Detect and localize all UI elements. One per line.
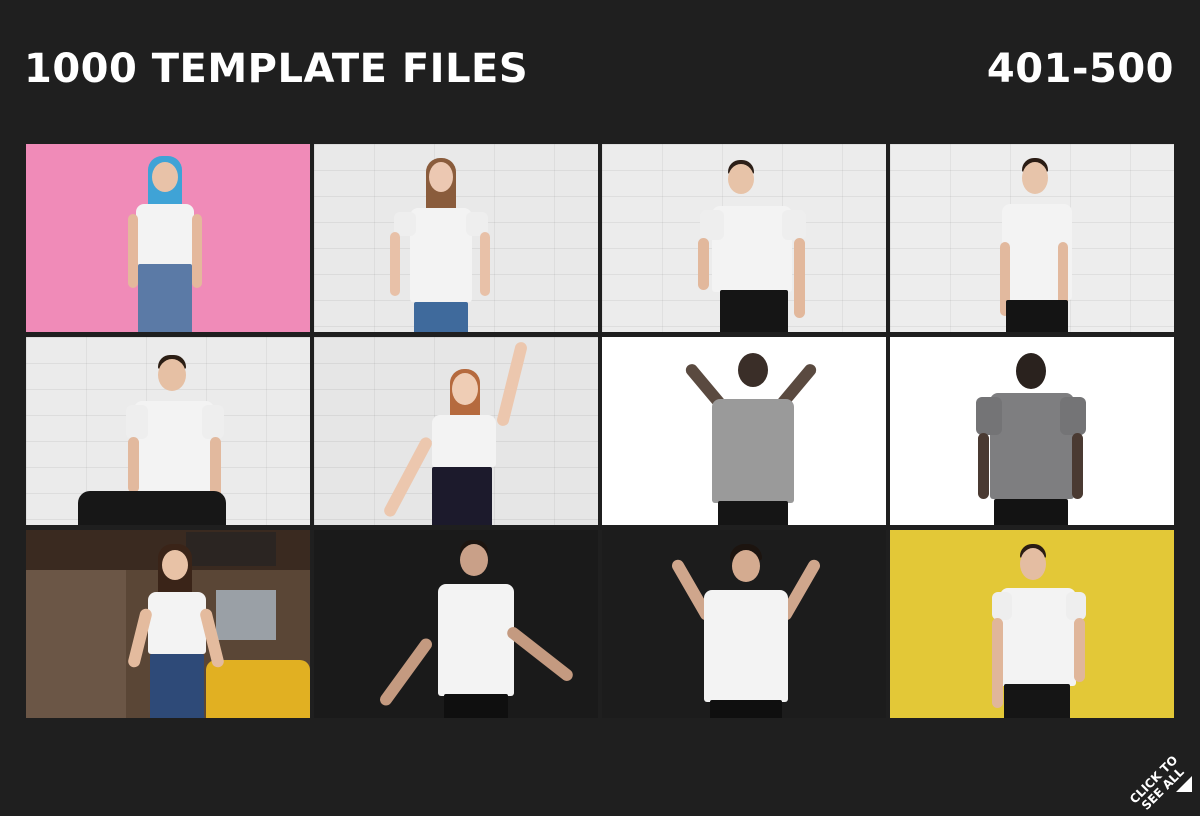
tile-man-dark-arms-out[interactable]	[314, 530, 598, 718]
header: 1000 TEMPLATE FILES 401-500	[24, 46, 1174, 92]
tile-man-lean-brick[interactable]	[602, 144, 886, 332]
model-figure	[669, 544, 823, 718]
model-figure	[976, 353, 1086, 525]
page-title: 1000 TEMPLATE FILES	[24, 46, 529, 92]
model-figure	[683, 351, 819, 525]
template-grid	[26, 144, 1174, 718]
model-figure	[996, 158, 1076, 332]
tile-man-seated-brick[interactable]	[26, 337, 310, 525]
tile-man-dark-hands-head[interactable]	[602, 530, 886, 718]
model-figure	[78, 355, 228, 525]
model-figure	[126, 156, 206, 332]
tile-woman-cafe[interactable]	[26, 530, 310, 718]
tile-man-hands-front-brick[interactable]	[890, 144, 1174, 332]
tile-man-backlit-hands-head[interactable]	[602, 337, 886, 525]
range-label: 401-500	[986, 46, 1174, 92]
tile-man-yellow[interactable]	[890, 530, 1174, 718]
model-figure	[374, 340, 534, 525]
model-figure	[126, 544, 226, 718]
model-figure	[390, 158, 490, 332]
model-figure	[698, 160, 808, 332]
model-figure	[374, 540, 576, 718]
model-figure	[990, 544, 1090, 718]
tile-woman-white-brick[interactable]	[314, 144, 598, 332]
tile-woman-blue-hair-pink[interactable]	[26, 144, 310, 332]
tile-man-back-view[interactable]	[890, 337, 1174, 525]
tile-woman-arm-raised-brick[interactable]	[314, 337, 598, 525]
see-all-link[interactable]: CLICK TO SEE ALL	[1116, 716, 1200, 813]
